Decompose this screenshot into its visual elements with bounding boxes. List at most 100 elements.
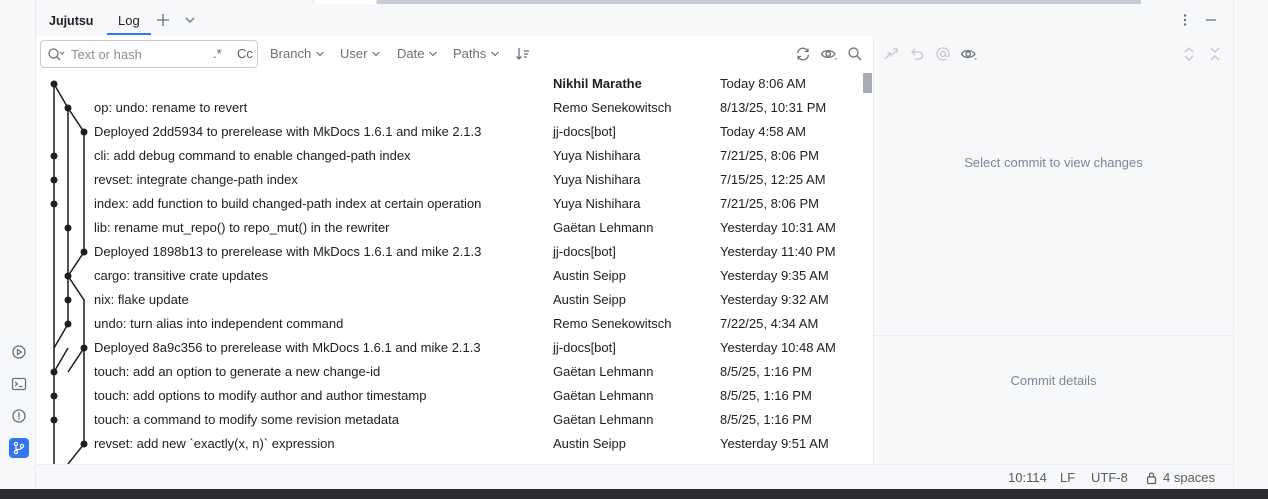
regex-toggle[interactable]: .* [213, 46, 222, 61]
search-history-icon[interactable] [47, 47, 65, 63]
search-field: .* Cc [40, 40, 258, 68]
commit-author: Gaëtan Lehmann [553, 412, 654, 427]
new-tab-button[interactable] [154, 11, 172, 29]
search-input[interactable] [71, 46, 201, 62]
commit-author: Yuya Nishihara [553, 172, 641, 187]
cherry-pick-button[interactable] [882, 45, 900, 63]
table-row[interactable]: Nikhil Marathe Today 8:06 AM [37, 72, 863, 96]
terminal-button[interactable] [9, 374, 29, 394]
plus-icon [157, 14, 169, 26]
collapse-all-button[interactable] [1206, 45, 1224, 63]
branch-filter-dropdown[interactable]: Branch [270, 46, 325, 61]
details-splitter[interactable] [874, 335, 1233, 336]
commit-author: Yuya Nishihara [553, 148, 641, 163]
commit-log-table[interactable]: Nikhil Marathe Today 8:06 AM op: undo: ren… [37, 72, 873, 464]
commit-date: 8/5/25, 1:16 PM [720, 412, 812, 427]
indent-widget[interactable]: 4 spaces [1145, 470, 1215, 485]
commit-author: Austin Seipp [553, 292, 626, 307]
user-filter-dropdown[interactable]: User [340, 46, 381, 61]
right-tool-stripe [1233, 0, 1268, 489]
table-row[interactable]: touch: add an option to generate a new c… [37, 360, 863, 384]
minimize-icon [1206, 19, 1216, 21]
editor-horizontal-scrollbar[interactable] [377, 0, 1141, 4]
chevron-down-icon [372, 51, 381, 56]
refresh-button[interactable] [794, 45, 812, 63]
revert-button[interactable] [908, 45, 926, 63]
match-case-toggle[interactable]: Cc [237, 46, 253, 61]
editor-top-strip [37, 0, 1268, 5]
table-row[interactable]: cargo: transitive crate updates Austin Se… [37, 264, 863, 288]
version-control-button[interactable] [9, 438, 29, 458]
commit-author: Nikhil Marathe [553, 76, 642, 91]
chevron-down-icon [185, 17, 195, 23]
commit-author: Remo Senekowitsch [553, 100, 672, 115]
commit-message: cargo: transitive crate updates [94, 268, 269, 283]
tabs-dropdown-button[interactable] [181, 11, 199, 29]
table-row[interactable]: Deployed 1898b13 to prerelease with MkDo… [37, 240, 863, 264]
commit-date: Yesterday 9:35 AM [720, 268, 829, 283]
find-button[interactable] [846, 45, 864, 63]
expand-all-button[interactable] [1180, 45, 1198, 63]
log-vertical-scrollbar[interactable] [863, 73, 872, 93]
commit-date: 8/5/25, 1:16 PM [720, 364, 812, 379]
file-encoding[interactable]: UTF-8 [1091, 470, 1128, 485]
git-branch-icon [13, 441, 25, 455]
table-row[interactable]: lib: rename mut_repo() to repo_mut() in … [37, 216, 863, 240]
caret-position[interactable]: 10:114 [1008, 470, 1047, 485]
table-row[interactable]: undo: turn alias into independent comman… [37, 312, 863, 336]
table-row[interactable]: nix: flake update Austin Seipp Yesterday 9… [37, 288, 863, 312]
commit-message: Deployed 1898b13 to prerelease with MkDo… [94, 244, 482, 259]
table-row[interactable]: Deployed 8a9c356 to prerelease with MkDo… [37, 336, 863, 360]
commit-message: touch: add an option to generate a new c… [94, 364, 381, 379]
sort-button[interactable] [514, 45, 532, 63]
commit-author: jj-docs[bot] [553, 244, 616, 259]
table-row[interactable]: touch: add options to modify author and … [37, 384, 863, 408]
window-bottom-border [0, 489, 1268, 499]
commit-author: Gaëtan Lehmann [553, 220, 654, 235]
options-menu-button[interactable] [1176, 11, 1194, 29]
tab-log[interactable]: Log [118, 13, 140, 28]
editor-tab-fragment [313, 0, 377, 4]
commit-message: op: undo: rename to revert [94, 100, 248, 115]
date-filter-dropdown[interactable]: Date [397, 46, 438, 61]
undo-icon [911, 48, 924, 60]
commit-author: jj-docs[bot] [553, 124, 616, 139]
problems-button[interactable] [9, 406, 29, 426]
commit-date: 8/13/25, 10:31 PM [720, 100, 827, 115]
commit-date: 7/15/25, 12:25 AM [720, 172, 826, 187]
view-options-button[interactable] [820, 45, 838, 63]
annotate-button[interactable] [934, 45, 952, 63]
services-button[interactable] [9, 342, 29, 362]
table-row[interactable]: revset: add new `exactly(x, n)` expressi… [37, 432, 863, 456]
line-separator[interactable]: LF [1060, 470, 1075, 485]
table-row[interactable]: revset: integrate change-path index Yuya … [37, 168, 863, 192]
table-row[interactable]: index: add function to build changed-pat… [37, 192, 863, 216]
at-sign-icon [936, 47, 950, 61]
commit-author: jj-docs[bot] [553, 340, 616, 355]
status-bar: 10:114 LF UTF-8 4 spaces [37, 464, 1268, 489]
commit-author: Remo Senekowitsch [553, 316, 672, 331]
paths-filter-label: Paths [453, 46, 487, 61]
more-vertical-icon [1183, 14, 1187, 26]
indent-label: 4 spaces [1163, 470, 1216, 485]
commit-message: lib: rename mut_repo() to repo_mut() in … [94, 220, 390, 235]
left-tool-stripe [0, 0, 36, 489]
commit-date: Yesterday 9:51 AM [720, 436, 829, 451]
commit-message: touch: add options to modify author and … [94, 388, 427, 403]
table-row[interactable]: Deployed 2dd5934 to prerelease with MkDo… [37, 120, 863, 144]
toolwindow-title: Jujutsu [49, 14, 94, 28]
commit-message: nix: flake update [94, 292, 189, 307]
commit-date: Yesterday 10:31 AM [720, 220, 836, 235]
paths-filter-dropdown[interactable]: Paths [453, 46, 500, 61]
table-row[interactable]: touch: a command to modify some revision… [37, 408, 863, 432]
table-row[interactable]: op: undo: rename to revert Remo Senekowit… [37, 96, 863, 120]
search-icon [848, 47, 862, 61]
table-row[interactable]: cli: add debug command to enable changed… [37, 144, 863, 168]
details-view-options-button[interactable] [960, 45, 978, 63]
hide-toolwindow-button[interactable] [1202, 11, 1220, 29]
commit-message: Deployed 8a9c356 to prerelease with MkDo… [94, 340, 481, 355]
commit-message: undo: turn alias into independent comman… [94, 316, 344, 331]
commit-message: revset: add new `exactly(x, n)` expressi… [94, 436, 335, 451]
refresh-icon [796, 47, 810, 61]
commit-message: revset: integrate change-path index [94, 172, 298, 187]
